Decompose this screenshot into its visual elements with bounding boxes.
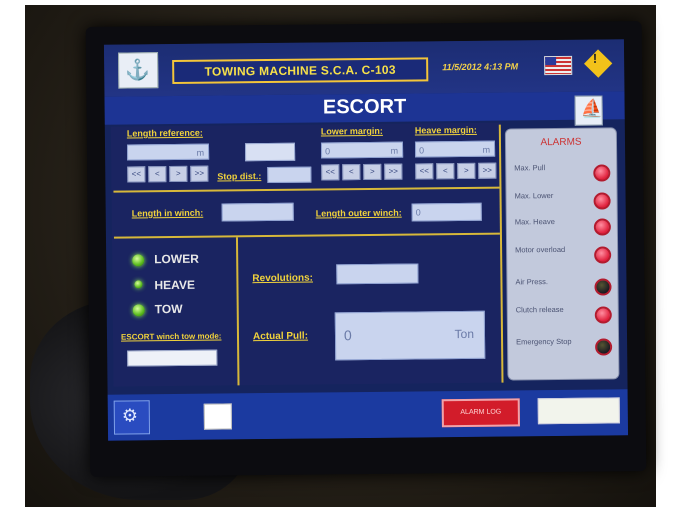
- company-logo: ⚓: [118, 52, 159, 89]
- heave-margin-field[interactable]: 0m: [414, 140, 496, 158]
- heave-margin-down-button[interactable]: <: [436, 163, 455, 180]
- actual-pull-field: 0 Ton: [334, 310, 486, 361]
- mode-heave-label: HEAVE: [154, 277, 195, 293]
- stop-dist-label: Stop dist.:: [217, 171, 262, 182]
- alarm-row: Max. Lower: [514, 190, 611, 215]
- exit-button[interactable]: [537, 397, 620, 425]
- blank-button[interactable]: [203, 403, 232, 430]
- actual-pull-label: Actual Pull:: [252, 330, 309, 343]
- length-reference-arrows: << < > >>: [127, 165, 209, 183]
- lower-margin-fast-down-button[interactable]: <<: [321, 164, 340, 181]
- mode-tow-label: TOW: [154, 301, 183, 317]
- datetime: 11/5/2012 4:13 PM: [442, 61, 519, 73]
- alarms-title: ALARMS: [540, 136, 582, 149]
- arrow-fast-down-button[interactable]: <<: [127, 166, 146, 183]
- revolutions-field[interactable]: [336, 263, 419, 285]
- alarm-indicator-icon: [595, 338, 613, 356]
- logo-icon: ⚓: [125, 59, 151, 82]
- alarm-indicator-icon: [594, 306, 612, 324]
- machine-name: TOWING MACHINE S.C.A. C-103: [172, 57, 429, 85]
- arrow-up-button[interactable]: >: [169, 165, 188, 183]
- alarm-row: Motor overload: [515, 244, 612, 269]
- lower-margin-label: Lower margin:: [320, 125, 383, 137]
- lower-status-led-icon: [132, 254, 145, 267]
- length-in-winch-label: Length in winch:: [131, 207, 204, 219]
- length-in-winch-field[interactable]: [221, 202, 294, 222]
- lower-margin-fast-up-button[interactable]: >>: [384, 163, 403, 180]
- bottom-logo-icon[interactable]: ⚙: [113, 400, 151, 435]
- mode-lower-label: LOWER: [154, 251, 199, 267]
- heave-margin-up-button[interactable]: >: [457, 162, 476, 180]
- language-flag-icon[interactable]: [544, 55, 573, 76]
- alarm-indicator-icon: [594, 278, 612, 296]
- lower-margin-up-button[interactable]: >: [363, 163, 382, 181]
- escort-mode-select[interactable]: [127, 349, 218, 367]
- hmi-screen: ⚓ TOWING MACHINE S.C.A. C-103 11/5/2012 …: [103, 39, 629, 441]
- alarm-row: Max. Heave: [515, 216, 611, 241]
- length-reference-label: Length reference:: [126, 127, 203, 139]
- heave-margin-arrows: << < > >>: [415, 162, 497, 180]
- length-reference-field[interactable]: m: [126, 143, 210, 161]
- alarm-row: Air Press.: [515, 276, 612, 301]
- revolutions-label: Revolutions:: [252, 272, 314, 285]
- heave-margin-label: Heave margin:: [414, 124, 477, 136]
- set-button[interactable]: [244, 142, 296, 162]
- alarm-row: Emergency Stop: [516, 336, 613, 361]
- tow-status-led-icon: [132, 304, 145, 317]
- arrow-fast-up-button[interactable]: >>: [190, 165, 209, 182]
- alarms-panel: ALARMS Max. Pull Max. Lower Max. Heave M…: [504, 127, 620, 381]
- alarm-indicator-icon: [593, 218, 611, 236]
- lower-margin-arrows: << < > >>: [321, 163, 403, 181]
- nav-home-icon[interactable]: ⛵: [574, 95, 603, 126]
- lower-margin-down-button[interactable]: <: [342, 164, 361, 181]
- heave-status-led-icon: [134, 280, 143, 289]
- lower-margin-field[interactable]: 0m: [320, 141, 404, 159]
- alarm-row: Max. Pull: [514, 162, 611, 187]
- escort-mode-label: ESCORT winch tow mode:: [120, 331, 222, 342]
- heave-margin-fast-up-button[interactable]: >>: [478, 162, 497, 179]
- alarm-log-button[interactable]: ALARM LOG: [441, 398, 520, 428]
- alarm-row: Clutch release: [516, 304, 612, 329]
- length-outer-winch-field[interactable]: 0: [411, 202, 482, 222]
- heave-margin-fast-down-button[interactable]: <<: [415, 163, 434, 180]
- alarm-indicator-icon: [593, 164, 611, 182]
- alarm-indicator-icon: [593, 192, 611, 210]
- stop-dist-field[interactable]: [267, 166, 312, 184]
- alarm-indicator-icon: [594, 246, 612, 264]
- length-outer-winch-label: Length outer winch:: [315, 207, 402, 219]
- arrow-down-button[interactable]: <: [148, 166, 167, 183]
